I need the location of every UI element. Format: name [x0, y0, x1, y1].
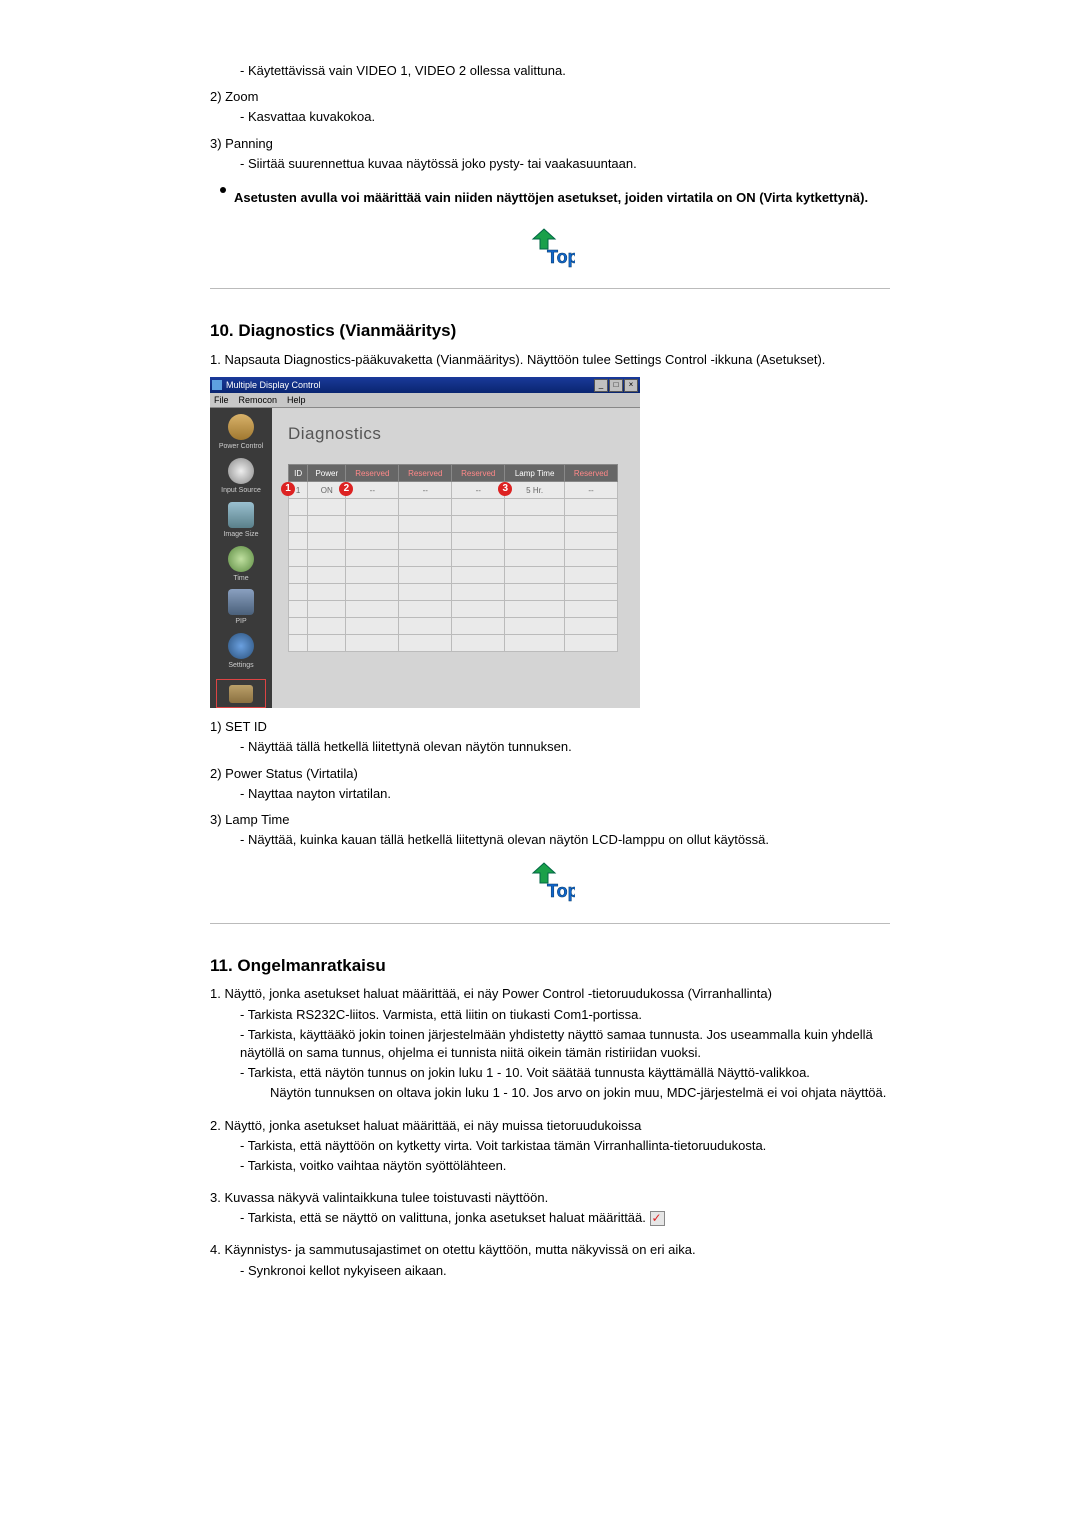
- sidebar-item-pip[interactable]: PIP: [214, 589, 268, 627]
- intro-item-zoom: 2) Zoom: [210, 88, 890, 106]
- section10-heading: 10. Diagnostics (Vianmääritys): [210, 319, 890, 343]
- main-panel: Diagnostics ID Power Reserved Reserved R…: [272, 408, 640, 708]
- th-reserved2: Reserved: [399, 465, 452, 482]
- svg-text:Top: Top: [547, 247, 575, 267]
- divider: [210, 923, 890, 924]
- panel-title: Diagnostics: [288, 422, 624, 446]
- minimize-button[interactable]: _: [594, 379, 608, 392]
- app-icon: [212, 380, 222, 390]
- s11-p2b: - Tarkista, voitko vaihtaa näytön syöttö…: [240, 1157, 890, 1175]
- s11-p1a: - Tarkista RS232C-liitos. Varmista, että…: [240, 1006, 890, 1024]
- badge-1: 1: [281, 482, 295, 496]
- window-title: Multiple Display Control: [226, 379, 321, 392]
- s10-i3: 3) Lamp Time: [210, 811, 890, 829]
- window-titlebar: Multiple Display Control _ □ ×: [210, 377, 640, 393]
- intro-sub-video: - Käytettävissä vain VIDEO 1, VIDEO 2 ol…: [240, 62, 890, 80]
- section10-step1: 1. Napsauta Diagnostics-pääkuvaketta (Vi…: [210, 351, 890, 369]
- s11-p3: 3. Kuvassa näkyvä valintaikkuna tulee to…: [210, 1189, 890, 1207]
- intro-item-panning: 3) Panning: [210, 135, 890, 153]
- s11-p1: 1. Näyttö, jonka asetukset haluat määrit…: [210, 985, 890, 1003]
- menu-file[interactable]: File: [214, 394, 229, 407]
- table-row: [289, 550, 618, 567]
- sidebar-item-image-size[interactable]: Image Size: [214, 502, 268, 540]
- diagnostics-screenshot: Multiple Display Control _ □ × File Remo…: [210, 377, 640, 708]
- maximize-button[interactable]: □: [609, 379, 623, 392]
- time-icon: [228, 546, 254, 572]
- s10-i1-sub: - Näyttää tällä hetkellä liitettynä olev…: [240, 738, 890, 756]
- close-button[interactable]: ×: [624, 379, 638, 392]
- s10-i2: 2) Power Status (Virtatila): [210, 765, 890, 783]
- section10-after: 1) SET ID - Näyttää tällä hetkellä liite…: [210, 718, 890, 849]
- sidebar-item-time[interactable]: Time: [214, 546, 268, 584]
- svg-text:Top: Top: [547, 881, 575, 901]
- table-row: [289, 533, 618, 550]
- table-row: [289, 601, 618, 618]
- s11-p3a: - Tarkista, että se näyttö on valittuna,…: [240, 1209, 890, 1227]
- s11-p1b: - Tarkista, käyttääkö jokin toinen järje…: [240, 1026, 890, 1062]
- table-row: [289, 618, 618, 635]
- back-to-top-icon[interactable]: Top: [525, 227, 575, 271]
- th-reserved1: Reserved: [346, 465, 399, 482]
- checkbox-icon: [650, 1211, 665, 1226]
- sidebar-item-highlighted[interactable]: [216, 679, 266, 708]
- menu-bar: File Remocon Help: [210, 393, 640, 408]
- table-row: [289, 567, 618, 584]
- intro-block: - Käytettävissä vain VIDEO 1, VIDEO 2 ol…: [210, 62, 890, 215]
- s11-p1c-sub: Näytön tunnuksen on oltava jokin luku 1 …: [270, 1084, 890, 1102]
- s11-p2a: - Tarkista, että näyttöön on kytketty vi…: [240, 1137, 890, 1155]
- table-row: [289, 635, 618, 652]
- power-control-icon: [228, 414, 254, 440]
- section11-heading: 11. Ongelmanratkaisu: [210, 954, 890, 978]
- s11-p4a: - Synkronoi kellot nykyiseen aikaan.: [240, 1262, 890, 1280]
- sidebar: Power Control Input Source Image Size Ti…: [210, 408, 272, 708]
- s11-p2: 2. Näyttö, jonka asetukset haluat määrit…: [210, 1117, 890, 1135]
- th-reserved3: Reserved: [452, 465, 505, 482]
- table-row: [289, 584, 618, 601]
- menu-help[interactable]: Help: [287, 394, 306, 407]
- sidebar-item-settings[interactable]: Settings: [214, 633, 268, 671]
- sidebar-item-power-control[interactable]: Power Control: [214, 414, 268, 452]
- sidebar-item-input-source[interactable]: Input Source: [214, 458, 268, 496]
- bullet-dot-icon: [220, 187, 226, 193]
- back-to-top-icon[interactable]: Top: [525, 861, 575, 905]
- intro-bold-note: Asetusten avulla voi määrittää vain niid…: [234, 189, 890, 207]
- intro-item-zoom-sub: - Kasvattaa kuvakokoa.: [240, 108, 890, 126]
- diagnostics-table: ID Power Reserved Reserved Reserved Lamp…: [288, 464, 618, 652]
- divider: [210, 288, 890, 289]
- settings-icon: [228, 633, 254, 659]
- image-size-icon: [228, 502, 254, 528]
- th-power: Power: [308, 465, 346, 482]
- pip-icon: [228, 589, 254, 615]
- table-row: [289, 499, 618, 516]
- intro-item-panning-sub: - Siirtää suurennettua kuvaa näytössä jo…: [240, 155, 890, 173]
- s11-p1c: - Tarkista, että näytön tunnus on jokin …: [240, 1064, 890, 1082]
- table-row: 11 ON2 -- -- --3 5 Hr. --: [289, 482, 618, 499]
- s10-i2-sub: - Nayttaa nayton virtatilan.: [240, 785, 890, 803]
- intro-bold-note-row: Asetusten avulla voi määrittää vain niid…: [210, 181, 890, 215]
- s10-i1: 1) SET ID: [210, 718, 890, 736]
- diagnostics-icon: [229, 685, 253, 703]
- menu-remocon[interactable]: Remocon: [239, 394, 278, 407]
- th-reserved4: Reserved: [565, 465, 618, 482]
- table-row: [289, 516, 618, 533]
- th-id: ID: [289, 465, 308, 482]
- s10-i3-sub: - Näyttää, kuinka kauan tällä hetkellä l…: [240, 831, 890, 849]
- s11-p4: 4. Käynnistys- ja sammutusajastimet on o…: [210, 1241, 890, 1259]
- th-lamp-time: Lamp Time: [505, 465, 565, 482]
- input-source-icon: [228, 458, 254, 484]
